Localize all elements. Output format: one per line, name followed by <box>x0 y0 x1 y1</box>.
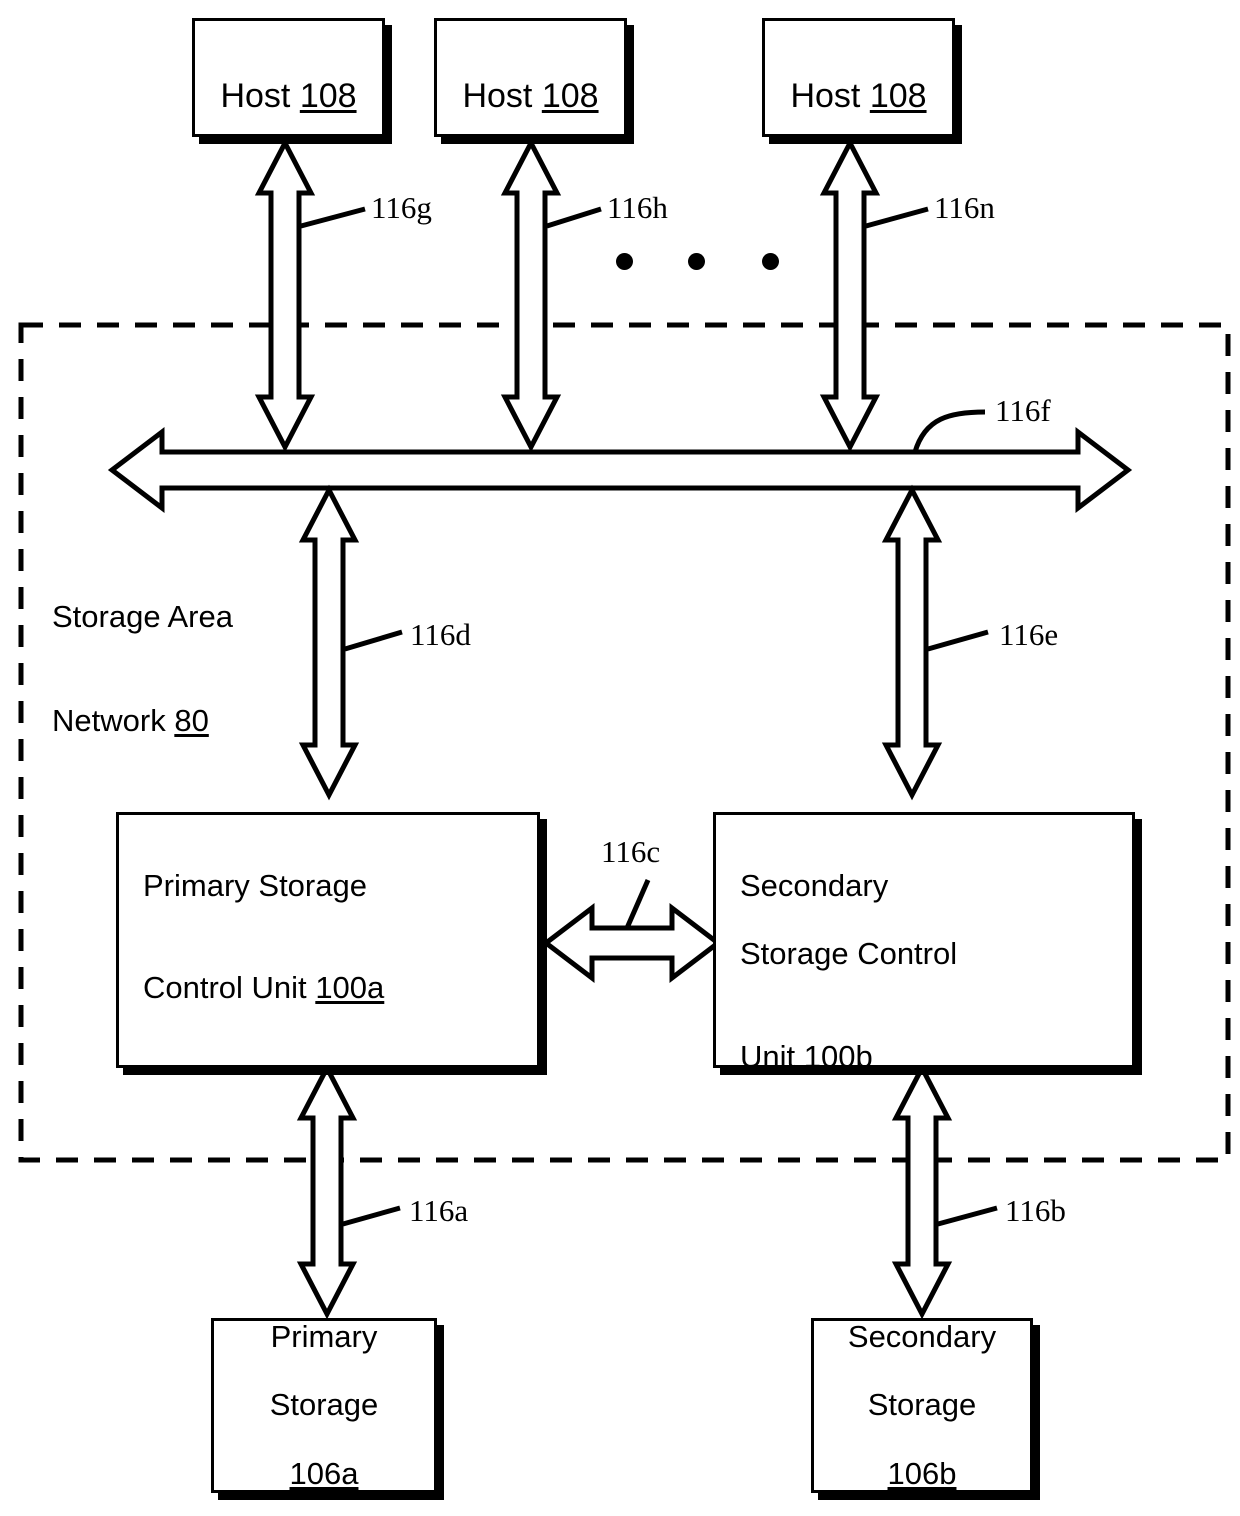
host-box-1-label: Host 108 <box>220 76 357 115</box>
leader-116f <box>912 409 986 453</box>
leader-116a <box>342 1205 401 1227</box>
label-116c: 116c <box>601 834 661 869</box>
label-116d: 116d <box>410 617 471 652</box>
host-box-1[interactable]: Host 108 <box>192 18 385 137</box>
ellipsis-dot-1 <box>616 253 633 270</box>
label-116h: 116h <box>607 190 668 225</box>
primary-storage[interactable]: Primary Storage 106a <box>211 1318 437 1493</box>
primary-storage-line1: Primary <box>270 1319 378 1355</box>
primary-control-unit-line1: Primary Storage <box>143 868 367 904</box>
leader-116g <box>300 206 366 229</box>
ellipsis-dot-2 <box>688 253 705 270</box>
arrow-116n <box>819 137 881 453</box>
primary-storage-line2: Storage <box>269 1387 379 1423</box>
secondary-storage-line1: Secondary <box>847 1319 997 1355</box>
leader-116b <box>937 1205 998 1227</box>
host-box-3[interactable]: Host 108 <box>762 18 955 137</box>
primary-storage-label: Primary Storage 106a <box>270 1286 379 1516</box>
leader-116e <box>927 629 989 652</box>
primary-control-unit-label: Primary Storage Control Unit 100a <box>143 835 537 1040</box>
san-label-line1: Storage Area <box>52 598 233 634</box>
label-116e: 116e <box>999 617 1059 652</box>
secondary-control-unit-line3: Unit 100b <box>740 1038 873 1074</box>
primary-control-unit-line2: Control Unit 100a <box>143 970 385 1006</box>
arrow-116g <box>254 137 316 453</box>
secondary-storage-control-unit[interactable]: Secondary Storage Control Unit 100b <box>713 812 1135 1073</box>
host-box-2[interactable]: Host 108 <box>434 18 627 137</box>
primary-storage-ref: 106a <box>289 1455 359 1491</box>
host-box-2-label: Host 108 <box>462 76 599 115</box>
label-116a: 116a <box>409 1193 469 1228</box>
arrow-116a <box>296 1062 358 1320</box>
label-116b: 116b <box>1005 1193 1066 1228</box>
label-116g: 116g <box>371 190 432 225</box>
ellipsis-dot-3 <box>762 253 779 270</box>
arrow-116h <box>500 137 562 453</box>
secondary-storage-ref: 106b <box>887 1455 957 1491</box>
arrow-116d <box>298 484 360 801</box>
san-network-label: Storage Area Network 80 <box>52 565 233 773</box>
leader-116c <box>624 878 651 930</box>
label-116n: 116n <box>934 190 995 225</box>
san-label-line2: Network 80 <box>52 702 209 738</box>
arrow-116e <box>881 484 943 801</box>
leader-116n <box>865 206 929 229</box>
host-box-3-label: Host 108 <box>790 76 927 115</box>
leader-116d <box>344 629 403 652</box>
secondary-storage[interactable]: Secondary Storage 106b <box>811 1318 1033 1493</box>
leader-116h <box>546 206 602 229</box>
secondary-storage-label: Secondary Storage 106b <box>848 1286 996 1516</box>
figure-canvas: Host 108 Host 108 Host 108 116g 116h 116… <box>0 0 1240 1516</box>
secondary-control-unit-label: Secondary Storage Control Unit 100b <box>740 835 1132 1108</box>
primary-storage-control-unit[interactable]: Primary Storage Control Unit 100a <box>116 812 540 1068</box>
secondary-control-unit-line2: Storage Control <box>740 936 958 972</box>
label-116f: 116f <box>995 393 1051 428</box>
bus-arrow-116f <box>107 426 1133 514</box>
secondary-control-unit-line1: Secondary <box>740 868 889 904</box>
secondary-storage-line2: Storage <box>867 1387 977 1423</box>
